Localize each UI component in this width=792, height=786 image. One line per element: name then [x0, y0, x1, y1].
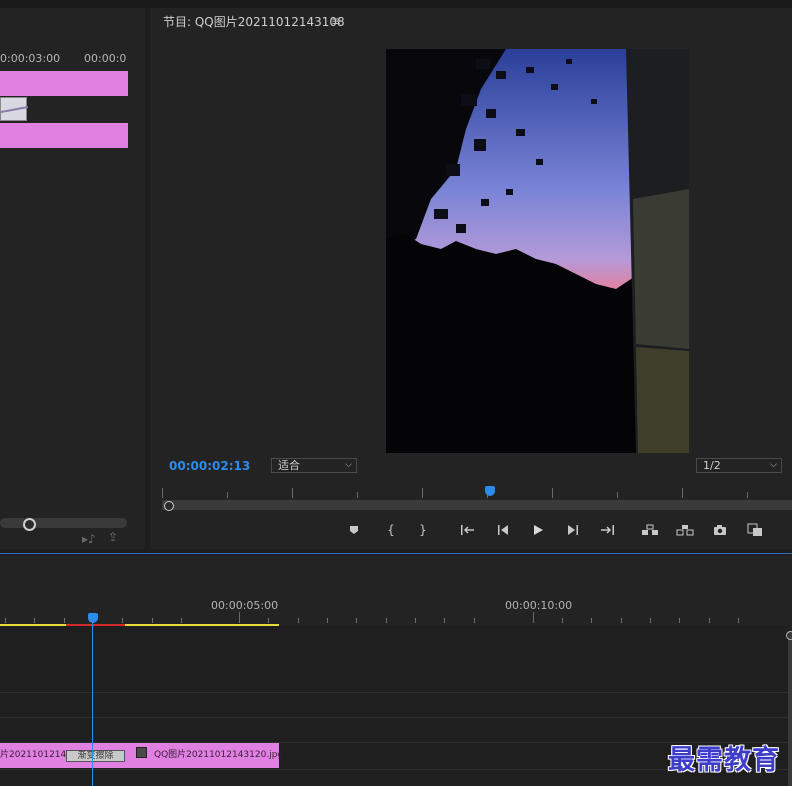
resolution-dropdown-value: 1/2: [703, 459, 721, 472]
program-time-ruler[interactable]: [162, 488, 792, 500]
chevron-down-icon: ⌵: [345, 460, 352, 470]
video-image: [386, 49, 689, 453]
source-zoom-handle[interactable]: [23, 518, 36, 531]
source-keyframe-graph[interactable]: [0, 97, 29, 121]
source-ruler-label-2: 00:00:0: [84, 52, 127, 65]
transition-wipe[interactable]: 渐变擦除: [66, 750, 125, 762]
fit-dropdown[interactable]: 适合 ⌵: [271, 458, 357, 473]
current-timecode[interactable]: 00:00:02:13: [169, 459, 250, 473]
play-icon[interactable]: [528, 520, 548, 540]
playhead-line: [92, 622, 93, 786]
transition-label: 渐变擦除: [77, 751, 114, 761]
timeline-time-ruler[interactable]: [0, 612, 792, 624]
marker-icon[interactable]: [344, 520, 364, 540]
clip-b-label: QQ图片20211012143120.jpg: [154, 750, 284, 760]
keyframe-line-icon: [0, 106, 29, 113]
source-video-track-clip[interactable]: [0, 71, 128, 96]
vscroll-handle-top[interactable]: [786, 631, 792, 640]
source-audio-track-clip[interactable]: [0, 123, 128, 148]
program-zoom-scrollbar[interactable]: [162, 500, 792, 510]
extract-icon[interactable]: [675, 520, 695, 540]
go-to-in-icon[interactable]: [458, 520, 478, 540]
top-bar: [0, 0, 792, 8]
lift-icon[interactable]: [640, 520, 660, 540]
timeline-playhead[interactable]: [88, 613, 98, 623]
fx-badge-icon: [136, 747, 147, 758]
track-divider: [0, 717, 788, 718]
timeline-ruler-label-2: 00:00:10:00: [505, 599, 573, 612]
hamburger-icon[interactable]: ≡: [331, 14, 341, 28]
program-monitor-panel: 节目: QQ图片20211012143108 ≡ 00:00:02:13 适合 …: [150, 8, 792, 549]
step-forward-icon[interactable]: [563, 520, 583, 540]
out-point-icon[interactable]: }: [413, 520, 433, 540]
step-back-icon[interactable]: [493, 520, 513, 540]
clip-a-label: 片2021101214: [0, 750, 67, 760]
go-to-out-icon[interactable]: [597, 520, 617, 540]
program-monitor-title[interactable]: 节目: QQ图片20211012143108: [163, 13, 345, 30]
program-video-frame[interactable]: [386, 49, 689, 453]
in-point-icon[interactable]: {: [381, 520, 401, 540]
program-zoom-handle[interactable]: [164, 501, 174, 511]
source-monitor-panel: 0:00:03:00 00:00:0 ▸♪ ⇪: [0, 8, 145, 549]
watermark-text: 最需教育: [668, 745, 780, 776]
source-zoom-scrollbar[interactable]: [0, 518, 127, 528]
audio-drag-icon[interactable]: ▸♪: [82, 532, 96, 546]
track-divider: [0, 692, 788, 693]
timeline-vertical-scrollbar[interactable]: [788, 631, 792, 786]
active-panel-highlight: [0, 553, 792, 554]
source-ruler-label-1: 0:00:03:00: [0, 52, 61, 65]
multi-export-icon[interactable]: [745, 520, 765, 540]
chevron-down-icon: ⌵: [770, 460, 777, 470]
timeline-ruler-label-1: 00:00:05:00: [211, 599, 279, 612]
camera-icon[interactable]: [710, 520, 730, 540]
program-playhead[interactable]: [485, 486, 495, 496]
resolution-dropdown[interactable]: 1/2 ⌵: [696, 458, 782, 473]
fit-dropdown-value: 适合: [278, 459, 300, 472]
export-frame-icon[interactable]: ⇪: [108, 530, 118, 544]
